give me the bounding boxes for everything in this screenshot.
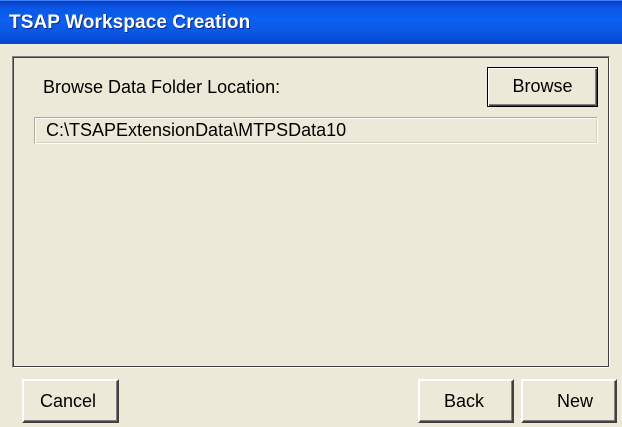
back-button[interactable]: Back [418,379,514,423]
workspace-creation-window: TSAP Workspace Creation Browse Data Fold… [0,0,622,427]
browse-button[interactable]: Browse [487,67,598,107]
new-button[interactable]: New [521,379,617,423]
window-title: TSAP Workspace Creation [9,12,251,33]
folder-path-field[interactable]: C:\TSAPExtensionData\MTPSData10 [34,117,598,144]
title-bar[interactable]: TSAP Workspace Creation [0,0,622,44]
cancel-button[interactable]: Cancel [22,379,119,423]
browse-folder-label: Browse Data Folder Location: [43,77,281,97]
